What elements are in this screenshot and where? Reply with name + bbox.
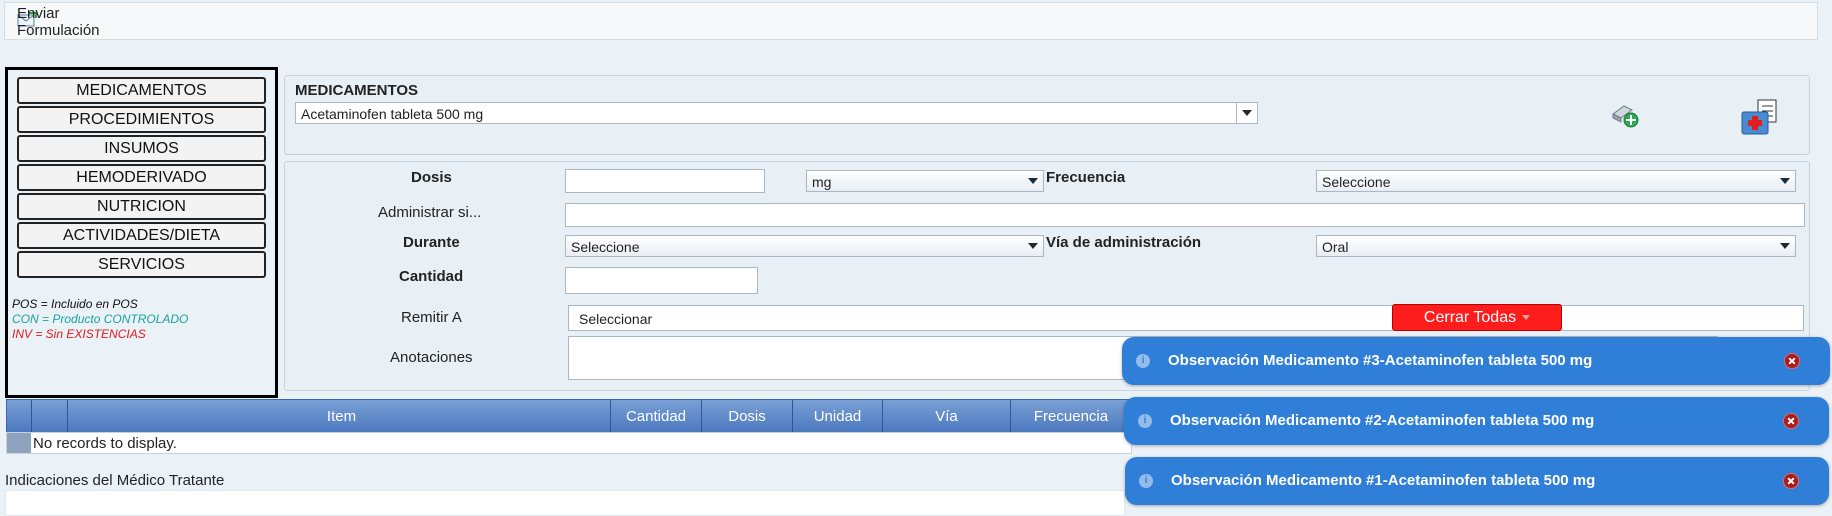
info-icon: i bbox=[1139, 474, 1153, 488]
nav-actividades-button[interactable]: ACTIVIDADES/DIETA bbox=[17, 222, 266, 249]
notification-toast[interactable]: i Observación Medicamento #2-Acetaminofe… bbox=[1124, 397, 1829, 445]
notification-message: Observación Medicamento #3-Acetaminofen … bbox=[1168, 352, 1593, 369]
grid-col-dosis[interactable]: Dosis bbox=[701, 400, 792, 433]
close-icon[interactable] bbox=[1783, 473, 1799, 489]
anotaciones-label: Anotaciones bbox=[390, 349, 473, 366]
toolbar: Enviar Formulación bbox=[4, 2, 1818, 40]
notification-toast[interactable]: i Observación Medicamento #3-Acetaminofe… bbox=[1122, 337, 1830, 385]
legend: POS = Incluido en POS CON = Producto CON… bbox=[12, 297, 188, 342]
grid-col-cantidad[interactable]: Cantidad bbox=[610, 400, 701, 433]
durante-select[interactable]: Seleccione bbox=[565, 235, 1044, 257]
close-icon[interactable] bbox=[1784, 353, 1800, 369]
notification-toast[interactable]: i Observación Medicamento #1-Acetaminofe… bbox=[1125, 457, 1829, 505]
remitir-select[interactable]: Seleccionar bbox=[568, 305, 1804, 331]
cantidad-input[interactable] bbox=[565, 267, 758, 294]
nav-nutricion-button[interactable]: NUTRICION bbox=[17, 193, 266, 220]
grid-empty-message: No records to display. bbox=[33, 435, 177, 452]
chevron-down-icon[interactable] bbox=[1023, 236, 1043, 256]
category-nav: MEDICAMENTOS PROCEDIMIENTOS INSUMOS HEMO… bbox=[5, 67, 278, 398]
via-value: Oral bbox=[1322, 239, 1349, 255]
send-formulation-label: Enviar Formulación bbox=[17, 5, 100, 39]
grid-expand-column bbox=[31, 400, 41, 433]
nav-hemoderivado-button[interactable]: HEMODERIVADO bbox=[17, 164, 266, 191]
legend-inv: INV = Sin EXISTENCIAS bbox=[12, 327, 146, 341]
dosis-input[interactable] bbox=[565, 169, 765, 193]
notification-message: Observación Medicamento #1-Acetaminofen … bbox=[1171, 472, 1596, 489]
dosis-unit-value: mg bbox=[812, 174, 832, 190]
frecuencia-value: Seleccione bbox=[1322, 174, 1391, 190]
send-formulation-button[interactable]: Enviar Formulación bbox=[17, 5, 100, 39]
nav-procedimientos-button[interactable]: PROCEDIMIENTOS bbox=[17, 106, 266, 133]
legend-con: CON = Producto CONTROLADO bbox=[12, 312, 189, 326]
grid-col-frecuencia[interactable]: Frecuencia bbox=[1010, 400, 1131, 433]
chevron-down-icon[interactable] bbox=[1775, 171, 1795, 191]
nav-servicios-button[interactable]: SERVICIOS bbox=[17, 251, 266, 278]
notification-message: Observación Medicamento #2-Acetaminofen … bbox=[1170, 412, 1595, 429]
via-select[interactable]: Oral bbox=[1316, 235, 1796, 257]
caret-down-icon bbox=[1522, 315, 1531, 321]
chevron-down-icon[interactable] bbox=[1023, 171, 1043, 191]
via-label: Vía de administración bbox=[1046, 234, 1202, 251]
durante-value: Seleccione bbox=[571, 239, 640, 255]
administrar-label: Administrar si... bbox=[378, 204, 482, 221]
durante-label: Durante bbox=[403, 234, 460, 251]
close-all-notifications-button[interactable]: Cerrar Todas bbox=[1392, 304, 1562, 331]
administrar-input[interactable] bbox=[565, 203, 1805, 227]
dosis-unit-select[interactable]: mg bbox=[806, 170, 1044, 192]
medication-selector-panel: MEDICAMENTOS Acetaminofen tableta 500 mg bbox=[284, 75, 1810, 155]
chevron-down-icon[interactable] bbox=[1775, 236, 1795, 256]
legend-pos: POS = Incluido en POS bbox=[12, 297, 138, 311]
medication-selected-text: Acetaminofen tableta 500 mg bbox=[301, 106, 484, 122]
medical-kit-checklist-icon[interactable] bbox=[1740, 98, 1782, 142]
nav-medicamentos-button[interactable]: MEDICAMENTOS bbox=[17, 77, 266, 104]
remitir-value: Seleccionar bbox=[579, 311, 653, 327]
nav-insumos-button[interactable]: INSUMOS bbox=[17, 135, 266, 162]
indicaciones-textarea[interactable] bbox=[5, 490, 1125, 516]
chevron-down-icon[interactable] bbox=[1236, 103, 1257, 123]
grid-col-item[interactable]: Item bbox=[67, 400, 615, 433]
frecuencia-select[interactable]: Seleccione bbox=[1316, 170, 1796, 192]
orders-grid-body: No records to display. bbox=[6, 432, 1132, 454]
medicamentos-title: MEDICAMENTOS bbox=[295, 82, 419, 99]
indicaciones-label: Indicaciones del Médico Tratante bbox=[5, 472, 225, 489]
add-medication-icon[interactable] bbox=[1610, 100, 1640, 134]
grid-col-via[interactable]: Vía bbox=[882, 400, 1010, 433]
info-icon: i bbox=[1136, 354, 1150, 368]
frecuencia-label: Frecuencia bbox=[1046, 169, 1126, 186]
info-icon: i bbox=[1138, 414, 1152, 428]
row-selector bbox=[7, 433, 31, 453]
grid-col-unidad[interactable]: Unidad bbox=[792, 400, 882, 433]
cantidad-label: Cantidad bbox=[399, 268, 464, 285]
dosis-label: Dosis bbox=[411, 169, 452, 186]
orders-grid-header: Item Cantidad Dosis Unidad Vía Frecuenci… bbox=[6, 399, 1132, 434]
medication-combobox[interactable]: Acetaminofen tableta 500 mg bbox=[295, 102, 1258, 124]
remitir-label: Remitir A bbox=[401, 309, 462, 326]
close-icon[interactable] bbox=[1783, 413, 1799, 429]
close-all-label: Cerrar Todas bbox=[1423, 309, 1517, 326]
